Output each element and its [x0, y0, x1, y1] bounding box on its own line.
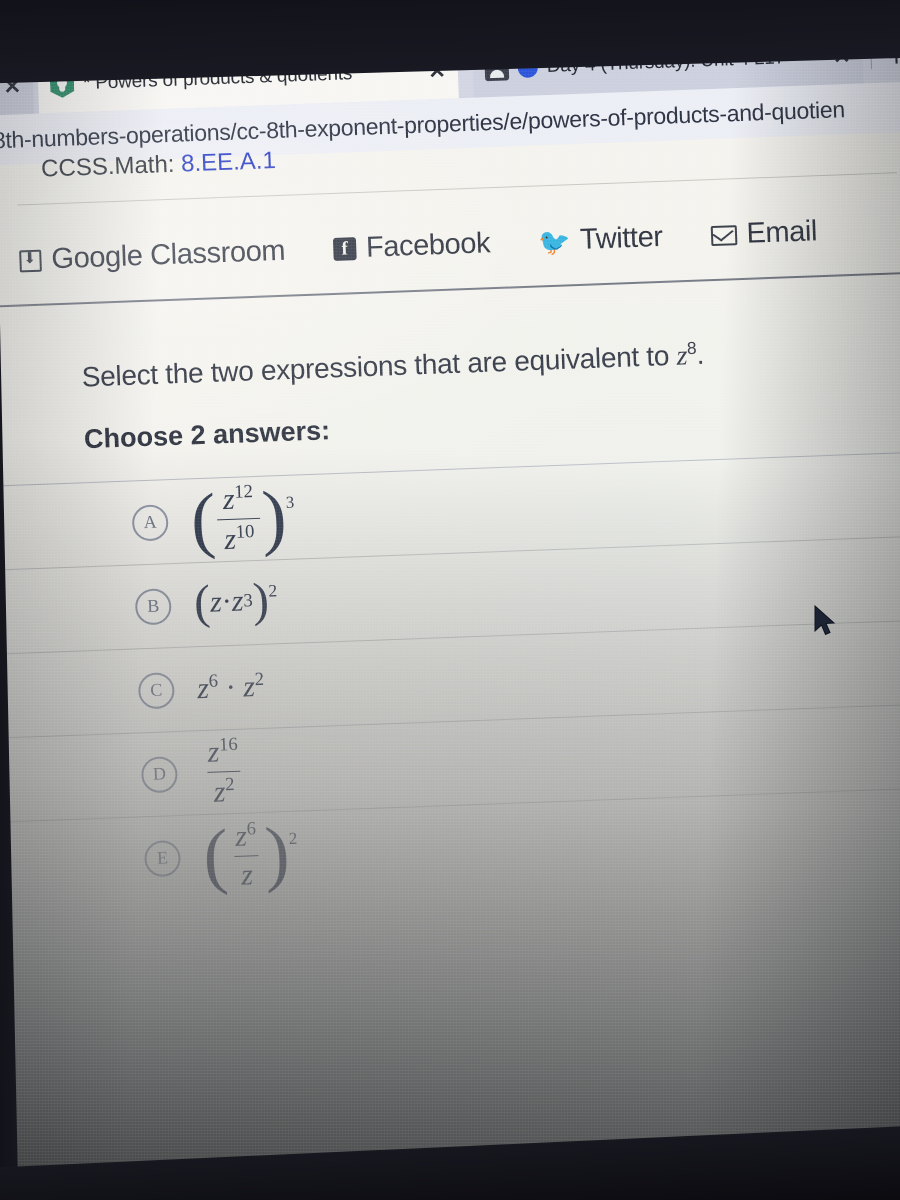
google-classroom-icon — [19, 249, 42, 272]
fraction-numerator: z16 — [201, 734, 245, 773]
answer-expression-a: ( z12 z10 ) 3 — [189, 475, 296, 561]
share-label: Email — [745, 215, 818, 250]
share-email-button[interactable]: Email — [710, 215, 818, 252]
answer-expression-e: ( z6 z ) 2 — [201, 812, 299, 897]
exercise-page: CCSS.Math: 8.EE.A.1 Google Classroom f F… — [0, 130, 900, 1200]
outer-exponent: 2 — [288, 828, 298, 849]
share-label: Facebook — [365, 227, 491, 264]
right-paren: ) — [263, 812, 291, 894]
answer-choice-list: A ( z12 z10 ) 3 B (z · z 3) 2 C z6 · z… — [0, 449, 900, 907]
choose-instruction: Choose 2 answers: — [83, 415, 331, 455]
fraction: z12 z10 — [216, 481, 262, 558]
fraction-numerator: z12 — [216, 481, 260, 520]
standard-code-link[interactable]: 8.EE.A.1 — [181, 147, 277, 177]
laptop-screen-photo: ✕ * Powers of products & quotients ✕ Day… — [0, 0, 900, 1200]
prompt-period: . — [695, 338, 705, 371]
radio-bubble-d[interactable]: D — [140, 755, 179, 793]
right-paren: ) — [260, 475, 288, 558]
twitter-bird-icon: 🐦 — [537, 225, 571, 257]
left-paren: ( — [193, 575, 212, 630]
browser-window: ✕ * Powers of products & quotients ✕ Day… — [0, 18, 900, 1200]
base: z — [240, 857, 254, 892]
left-paren: ( — [189, 478, 218, 561]
exponent: 2 — [224, 773, 235, 796]
right-paren: ) — [251, 573, 270, 628]
share-google-classroom-button[interactable]: Google Classroom — [19, 235, 286, 278]
fraction-denominator: z10 — [217, 517, 262, 558]
prompt-text: Select the two expressions that are equi… — [81, 339, 678, 393]
radio-bubble-c[interactable]: C — [137, 671, 175, 709]
fraction-denominator: z2 — [207, 770, 242, 810]
outer-exponent: 3 — [285, 492, 295, 513]
fraction: z16 z2 — [201, 734, 246, 810]
fraction-numerator: z6 — [229, 817, 263, 855]
answer-expression-d: z16 z2 — [199, 734, 248, 811]
facebook-icon: f — [332, 237, 357, 261]
answer-expression-b: ( z · z3 ) 2 — [193, 573, 278, 630]
exponent: 6 — [208, 670, 219, 692]
email-envelope-icon — [710, 224, 737, 246]
fraction-denominator: z — [234, 854, 260, 893]
exponent: 12 — [233, 481, 254, 503]
exponent: 2 — [254, 668, 265, 691]
standard-prefix: CCSS.Math: — [40, 150, 175, 183]
radio-bubble-e[interactable]: E — [143, 839, 182, 877]
divider — [0, 271, 900, 308]
radio-bubble-a[interactable]: A — [131, 503, 169, 542]
exponent: 6 — [246, 817, 257, 840]
multiplication-dot: · — [225, 670, 237, 705]
exponent: 10 — [235, 521, 255, 543]
share-twitter-button[interactable]: 🐦 Twitter — [537, 220, 664, 259]
share-row: Google Classroom f Facebook 🐦 Twitter Em… — [19, 213, 866, 277]
exponent: 16 — [218, 733, 239, 756]
share-facebook-button[interactable]: f Facebook — [332, 227, 491, 266]
radio-bubble-b[interactable]: B — [134, 587, 172, 625]
share-label: Google Classroom — [50, 234, 286, 276]
share-label: Twitter — [579, 220, 664, 256]
outer-exponent: 2 — [268, 580, 278, 601]
left-paren: ( — [201, 814, 230, 897]
question-prompt: Select the two expressions that are equi… — [81, 337, 704, 394]
fraction: z6 z — [229, 817, 265, 893]
answer-expression-c: z6 · z2 — [197, 669, 265, 706]
